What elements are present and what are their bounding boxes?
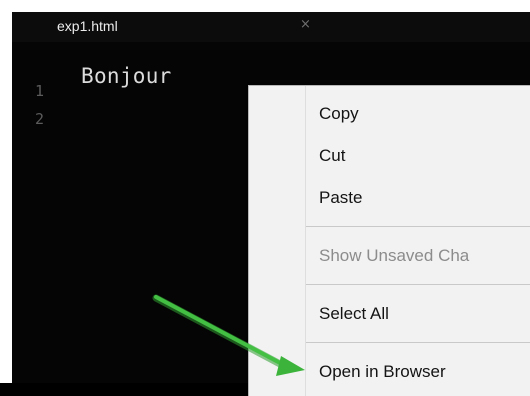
green-arrow-annotation bbox=[152, 294, 305, 376]
